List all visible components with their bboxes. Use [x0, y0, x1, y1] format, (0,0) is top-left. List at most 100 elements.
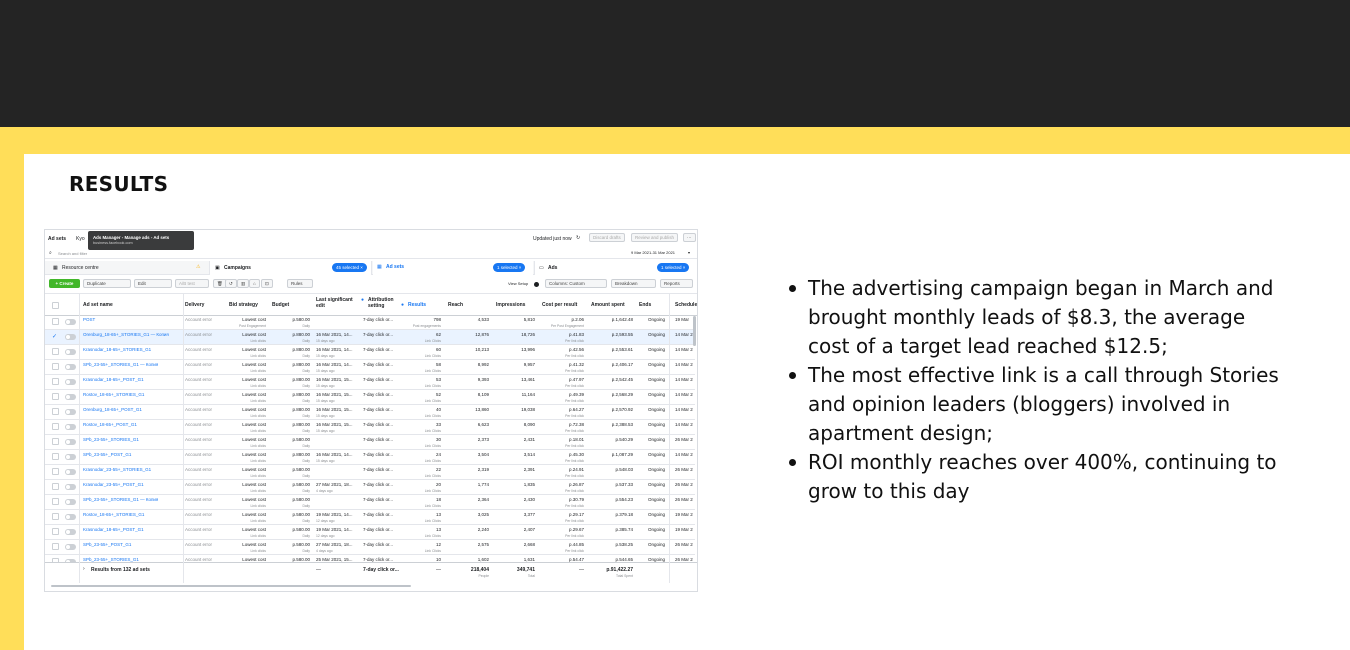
vertical-scrollbar[interactable] [693, 316, 696, 346]
row-checkbox[interactable] [52, 408, 59, 415]
table-row[interactable]: Krasnodar_23-55+_STORIES_G1 Account error… [45, 465, 695, 480]
col-bid-strategy[interactable]: Bid strategy [229, 302, 258, 308]
table-row[interactable]: Krasnodar_18-65+_POST_G1 Account error Low… [45, 525, 695, 540]
more-button[interactable]: ··· [683, 233, 696, 242]
table-row[interactable]: ✓ Orenburg_18-65+_STORIES_G1 — Копия Accou… [45, 330, 695, 345]
row-checkbox-checked[interactable]: ✓ [52, 333, 59, 340]
delete-icon[interactable]: ▥ [237, 279, 250, 288]
row-toggle[interactable] [65, 544, 76, 550]
tab-ads[interactable]: ▭ Ads 1 selected × [534, 261, 697, 275]
adset-name-link[interactable]: Krasnodar_18-65+_POST_G1 [83, 527, 178, 532]
adset-name-link[interactable]: SPb_23-55+_POST_G1 [83, 542, 178, 547]
adset-name-link[interactable]: SPb_23-55+_STORIES_G1 — Копия [83, 362, 178, 367]
duplicate-button[interactable]: Duplicate [83, 279, 131, 288]
table-row[interactable]: SPb_23-55+_POST_G1 Account error Lowest co… [45, 450, 695, 465]
col-ends[interactable]: Ends [639, 302, 651, 308]
adset-name-link[interactable]: Krasnodar_23-55+_STORIES_G1 [83, 467, 178, 472]
warning-icon[interactable]: ⚠ [196, 264, 200, 270]
date-range-picker[interactable]: 9 Mar 2021-31 Mar 2021 [631, 250, 675, 255]
col-amount-spent[interactable]: Amount spent [591, 302, 625, 308]
horizontal-scrollbar[interactable] [51, 585, 411, 587]
row-checkbox[interactable] [52, 438, 59, 445]
row-toggle[interactable] [65, 469, 76, 475]
table-row[interactable]: Krasnodar_18-65+_POST_G1 Account error Low… [45, 375, 695, 390]
preview-icon[interactable]: ⊡ [261, 279, 273, 288]
adset-name-link[interactable]: Krasnodar_23-55+_POST_G1 [83, 482, 178, 487]
table-row[interactable]: Orenburg_18-65+_POST_G1 Account error Lowe… [45, 405, 695, 420]
row-checkbox[interactable] [52, 468, 59, 475]
row-toggle[interactable] [65, 499, 76, 505]
campaigns-selected-badge[interactable]: 45 selected × [332, 263, 367, 272]
row-checkbox[interactable] [52, 483, 59, 490]
col-budget[interactable]: Budget [272, 302, 289, 308]
table-row[interactable]: SPb_23-55+_POST_G1 Account error Lowest co… [45, 540, 695, 555]
reports-button[interactable]: Reports [660, 279, 693, 288]
view-setup-label[interactable]: View Setup [508, 281, 528, 286]
col-reach[interactable]: Reach [448, 302, 463, 308]
breadcrumb[interactable]: Ad sets [48, 236, 66, 242]
review-publish-button[interactable]: Review and publish [631, 233, 679, 242]
table-row[interactable]: SPb_23-55+_STORIES_G1 — Копия Account err… [45, 360, 695, 375]
row-toggle[interactable] [65, 334, 76, 340]
chevron-down-icon[interactable]: ▾ [688, 250, 690, 255]
table-row[interactable]: SPb_23-55+_STORIES_G1 — Копия Account err… [45, 495, 695, 510]
row-toggle[interactable] [65, 529, 76, 535]
row-toggle[interactable] [65, 319, 76, 325]
create-button[interactable]: + Create [49, 279, 80, 288]
table-row[interactable]: Krasnodar_23-55+_POST_G1 Account error Low… [45, 480, 695, 495]
adset-name-link[interactable]: Rostov_18-65+_STORIES_G1 [83, 392, 178, 397]
table-row[interactable]: POST Account error Lowest cost Post Enga… [45, 315, 695, 330]
col-schedule[interactable]: Schedule [675, 302, 697, 308]
adset-name-link[interactable]: SPb_23-55+_STORIES_G1 [83, 437, 178, 442]
view-setup-toggle-icon[interactable] [534, 282, 539, 287]
row-checkbox[interactable] [52, 543, 59, 550]
table-row[interactable]: Rostov_18-65+_STORIES_G1 Account error Low… [45, 510, 695, 525]
row-checkbox[interactable] [52, 528, 59, 535]
row-toggle[interactable] [65, 409, 76, 415]
row-checkbox[interactable] [52, 348, 59, 355]
row-toggle[interactable] [65, 514, 76, 520]
adset-name-link[interactable]: Rostov_18-65+_STORIES_G1 [83, 512, 178, 517]
row-checkbox[interactable] [52, 393, 59, 400]
table-row[interactable]: Rostov_18-65+_STORIES_G1 Account error Low… [45, 390, 695, 405]
row-checkbox[interactable] [52, 453, 59, 460]
col-ad-set-name[interactable]: Ad set name [83, 302, 113, 308]
adset-name-link[interactable]: SPb_23-55+_STORIES_G1 — Копия [83, 497, 178, 502]
col-delivery[interactable]: Delivery [185, 302, 204, 308]
tab-ad-sets[interactable]: ▦ Ad sets 1 selected × [373, 261, 533, 275]
col-impressions[interactable]: Impressions [496, 302, 525, 308]
tag-icon[interactable]: ⌂ [249, 279, 260, 288]
undo-icon[interactable]: ↺ [225, 279, 237, 288]
table-row[interactable]: Rostov_18-65+_POST_G1 Account error Lowest… [45, 420, 695, 435]
resource-centre-label[interactable]: Resource centre [62, 265, 99, 271]
expand-chevron-icon[interactable]: › [83, 566, 85, 572]
col-cost-per-result[interactable]: Cost per result [542, 302, 577, 308]
table-row[interactable]: SPb_23-55+_STORIES_G1 Account error Lowest… [45, 435, 695, 450]
row-toggle[interactable] [65, 484, 76, 490]
col-last-edit[interactable]: Last significant edit [316, 297, 358, 309]
row-checkbox[interactable] [52, 378, 59, 385]
select-all-checkbox[interactable] [52, 302, 59, 309]
row-checkbox[interactable] [52, 513, 59, 520]
discard-drafts-button[interactable]: Discard drafts [589, 233, 625, 242]
search-bar[interactable]: ⌕ Search and filter 9 Mar 2021-31 Mar 20… [45, 247, 697, 259]
adset-name-link[interactable]: Orenburg_18-65+_POST_G1 [83, 407, 178, 412]
row-toggle[interactable] [65, 394, 76, 400]
rules-button[interactable]: Rules [287, 279, 313, 288]
adset-name-link[interactable]: Krasnodar_18-65+_STORIES_G1 [83, 347, 178, 352]
row-checkbox[interactable] [52, 423, 59, 430]
adset-name-link[interactable]: Rostov_18-65+_POST_G1 [83, 422, 178, 427]
ab-test-button[interactable]: A/B test [175, 279, 209, 288]
adset-name-link[interactable]: Krasnodar_18-65+_POST_G1 [83, 377, 178, 382]
adset-name-link[interactable]: POST [83, 317, 178, 322]
ads-selected-badge[interactable]: 1 selected × [657, 263, 690, 272]
row-toggle[interactable] [65, 379, 76, 385]
row-toggle[interactable] [65, 364, 76, 370]
edit-button[interactable]: Edit [134, 279, 172, 288]
row-toggle[interactable] [65, 439, 76, 445]
refresh-icon[interactable]: ↻ [576, 235, 580, 241]
table-row[interactable]: Krasnodar_18-65+_STORIES_G1 Account error… [45, 345, 695, 360]
col-results[interactable]: Results [408, 302, 426, 308]
row-checkbox[interactable] [52, 318, 59, 325]
row-checkbox[interactable] [52, 498, 59, 505]
